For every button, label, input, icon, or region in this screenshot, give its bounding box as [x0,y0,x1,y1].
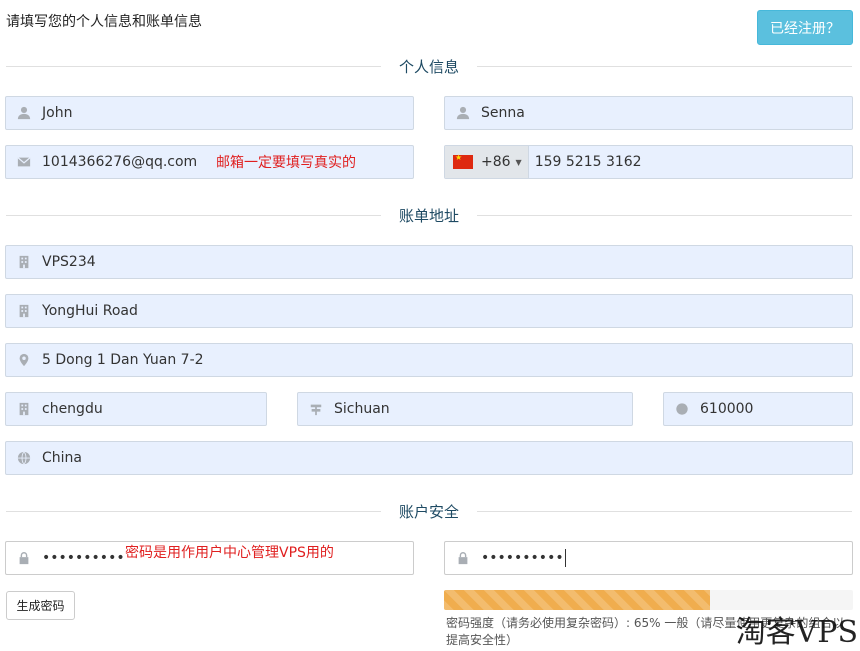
country-field[interactable]: China [5,441,853,475]
building-icon [6,295,42,327]
globe-icon [6,442,42,474]
password-strength-fill [444,590,710,610]
road-sign-icon [298,393,334,425]
envelope-icon [6,146,42,178]
state-value: Sichuan [334,401,390,417]
phone-value: 159 5215 3162 [534,154,642,170]
divider [477,65,852,67]
email-value: 1014366276@qq.com [42,154,198,170]
postcode-value: 610000 [700,401,754,417]
map-marker-icon [6,344,42,376]
circle-icon [664,393,700,425]
state-field[interactable]: Sichuan [297,392,633,426]
phone-field[interactable]: +86 ▼ 159 5215 3162 [444,145,853,179]
building-icon [6,393,42,425]
address1-field[interactable]: YongHui Road [5,294,853,328]
address2-value: 5 Dong 1 Dan Yuan 7-2 [42,352,204,368]
lock-icon [6,542,42,574]
watermark: 淘客VPS [735,615,858,650]
company-value: VPS234 [42,254,96,270]
first-name-value: John [42,105,73,121]
text-cursor [564,549,566,567]
divider [6,510,381,512]
password-confirm-field[interactable]: •••••••••• [444,541,853,575]
caret-down-icon: ▼ [515,157,522,167]
last-name-field[interactable]: Senna [444,96,853,130]
company-field[interactable]: VPS234 [5,245,853,279]
city-value: chengdu [42,401,103,417]
china-flag-icon [453,153,473,169]
country-code-selector[interactable]: +86 ▼ [445,146,529,178]
user-icon [6,97,42,129]
country-value: China [42,450,82,466]
section-title-billing: 账单地址 [398,206,459,225]
address2-field[interactable]: 5 Dong 1 Dan Yuan 7-2 [5,343,853,377]
already-registered-button[interactable]: 已经注册？ [757,10,853,45]
divider [6,214,381,216]
postcode-field[interactable]: 610000 [663,392,853,426]
first-name-field[interactable]: John [5,96,414,130]
section-billing: 账单地址 [6,203,852,227]
divider [477,510,852,512]
last-name-value: Senna [481,105,525,121]
user-icon [445,97,481,129]
city-field[interactable]: chengdu [5,392,267,426]
section-personal: 个人信息 [6,54,852,78]
address1-value: YongHui Road [42,303,138,319]
section-title-personal: 个人信息 [398,57,459,76]
divider [477,214,852,216]
lock-icon [445,542,481,574]
email-note: 邮箱一定要填写真实的 [216,155,356,171]
password-value: •••••••••• [42,550,125,566]
divider [6,65,381,67]
section-title-security: 账户安全 [398,502,459,521]
section-security: 账户安全 [6,499,852,523]
password-confirm-value: •••••••••• [481,550,564,566]
generate-password-button[interactable]: 生成密码 [6,591,75,620]
password-note: 密码是用作用户中心管理VPS用的 [125,545,334,561]
form-intro: 请填写您的个人信息和账单信息 [6,14,202,30]
building-icon [6,246,42,278]
phone-code: +86 [481,154,511,170]
